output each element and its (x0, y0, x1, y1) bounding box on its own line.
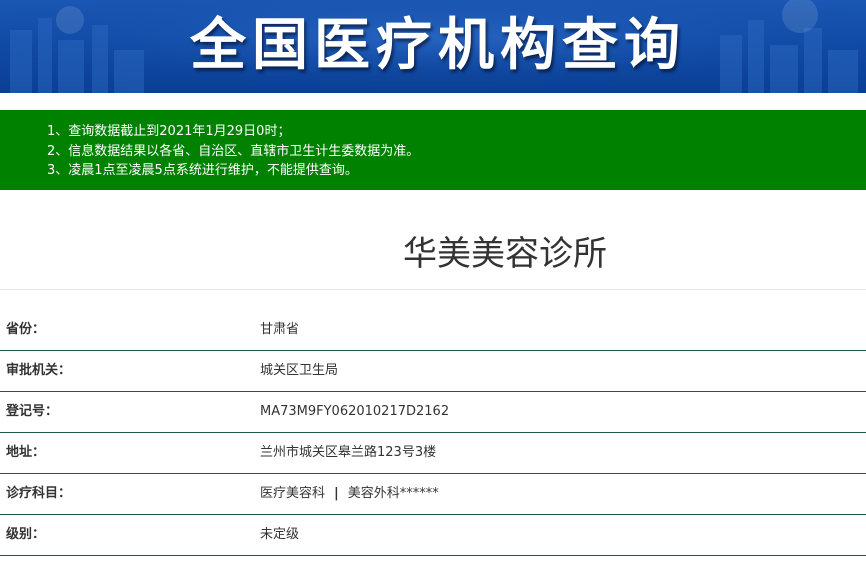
approval-authority-label: 审批机关： (6, 363, 72, 378)
address-label: 地址： (6, 445, 46, 460)
notice-line-2: 2、信息数据结果以各省、自治区、直辖市卫生计生委数据为准。 (47, 143, 420, 159)
banner-title: 全国医疗机构查询 (190, 13, 686, 78)
department-separator: | (334, 486, 339, 501)
info-row-address: 地址： 兰州市城关区皋兰路123号3楼 (0, 433, 866, 474)
department-item: 美容外科****** (347, 486, 439, 501)
info-row-level: 级别： 未定级 (0, 515, 866, 556)
header-banner: 全国医疗机构查询 (0, 0, 866, 93)
info-table: 省份： 甘肃省 审批机关： 城关区卫生局 登记号： MA73M9FY062010… (0, 310, 866, 556)
level-label: 级别： (6, 527, 46, 542)
clinic-name: 华美美容诊所 (403, 234, 607, 274)
page: 全国医疗机构查询 1、查询数据截止到2021年1月29日0时； 2、信息数据结果… (0, 0, 866, 562)
info-row-province: 省份： 甘肃省 (0, 310, 866, 351)
approval-authority-value: 城关区卫生局 (260, 363, 339, 378)
registration-number-label: 登记号： (6, 404, 59, 419)
notice-line-1: 1、查询数据截止到2021年1月29日0时； (47, 124, 291, 139)
level-value: 未定级 (260, 527, 300, 542)
info-row-approval-authority: 审批机关： 城关区卫生局 (0, 351, 866, 392)
notice-line-3: 3、凌晨1点至凌晨5点系统进行维护，不能提供查询。 (47, 163, 358, 178)
title-divider (0, 289, 866, 290)
banner-gap (0, 93, 866, 110)
province-value: 甘肃省 (260, 322, 300, 337)
province-label: 省份： (6, 322, 46, 337)
departments-label: 诊疗科目： (6, 486, 72, 501)
notice-box: 1、查询数据截止到2021年1月29日0时； 2、信息数据结果以各省、自治区、直… (0, 110, 866, 190)
info-row-departments: 诊疗科目： 医疗美容科 | 美容外科****** (0, 474, 866, 515)
department-item: 医疗美容科 (260, 486, 326, 501)
registration-number-value: MA73M9FY062010217D2162 (260, 404, 450, 419)
departments-value: 医疗美容科 | 美容外科****** (260, 474, 439, 514)
address-value: 兰州市城关区皋兰路123号3楼 (260, 445, 437, 460)
info-row-registration-number: 登记号： MA73M9FY062010217D2162 (0, 392, 866, 433)
